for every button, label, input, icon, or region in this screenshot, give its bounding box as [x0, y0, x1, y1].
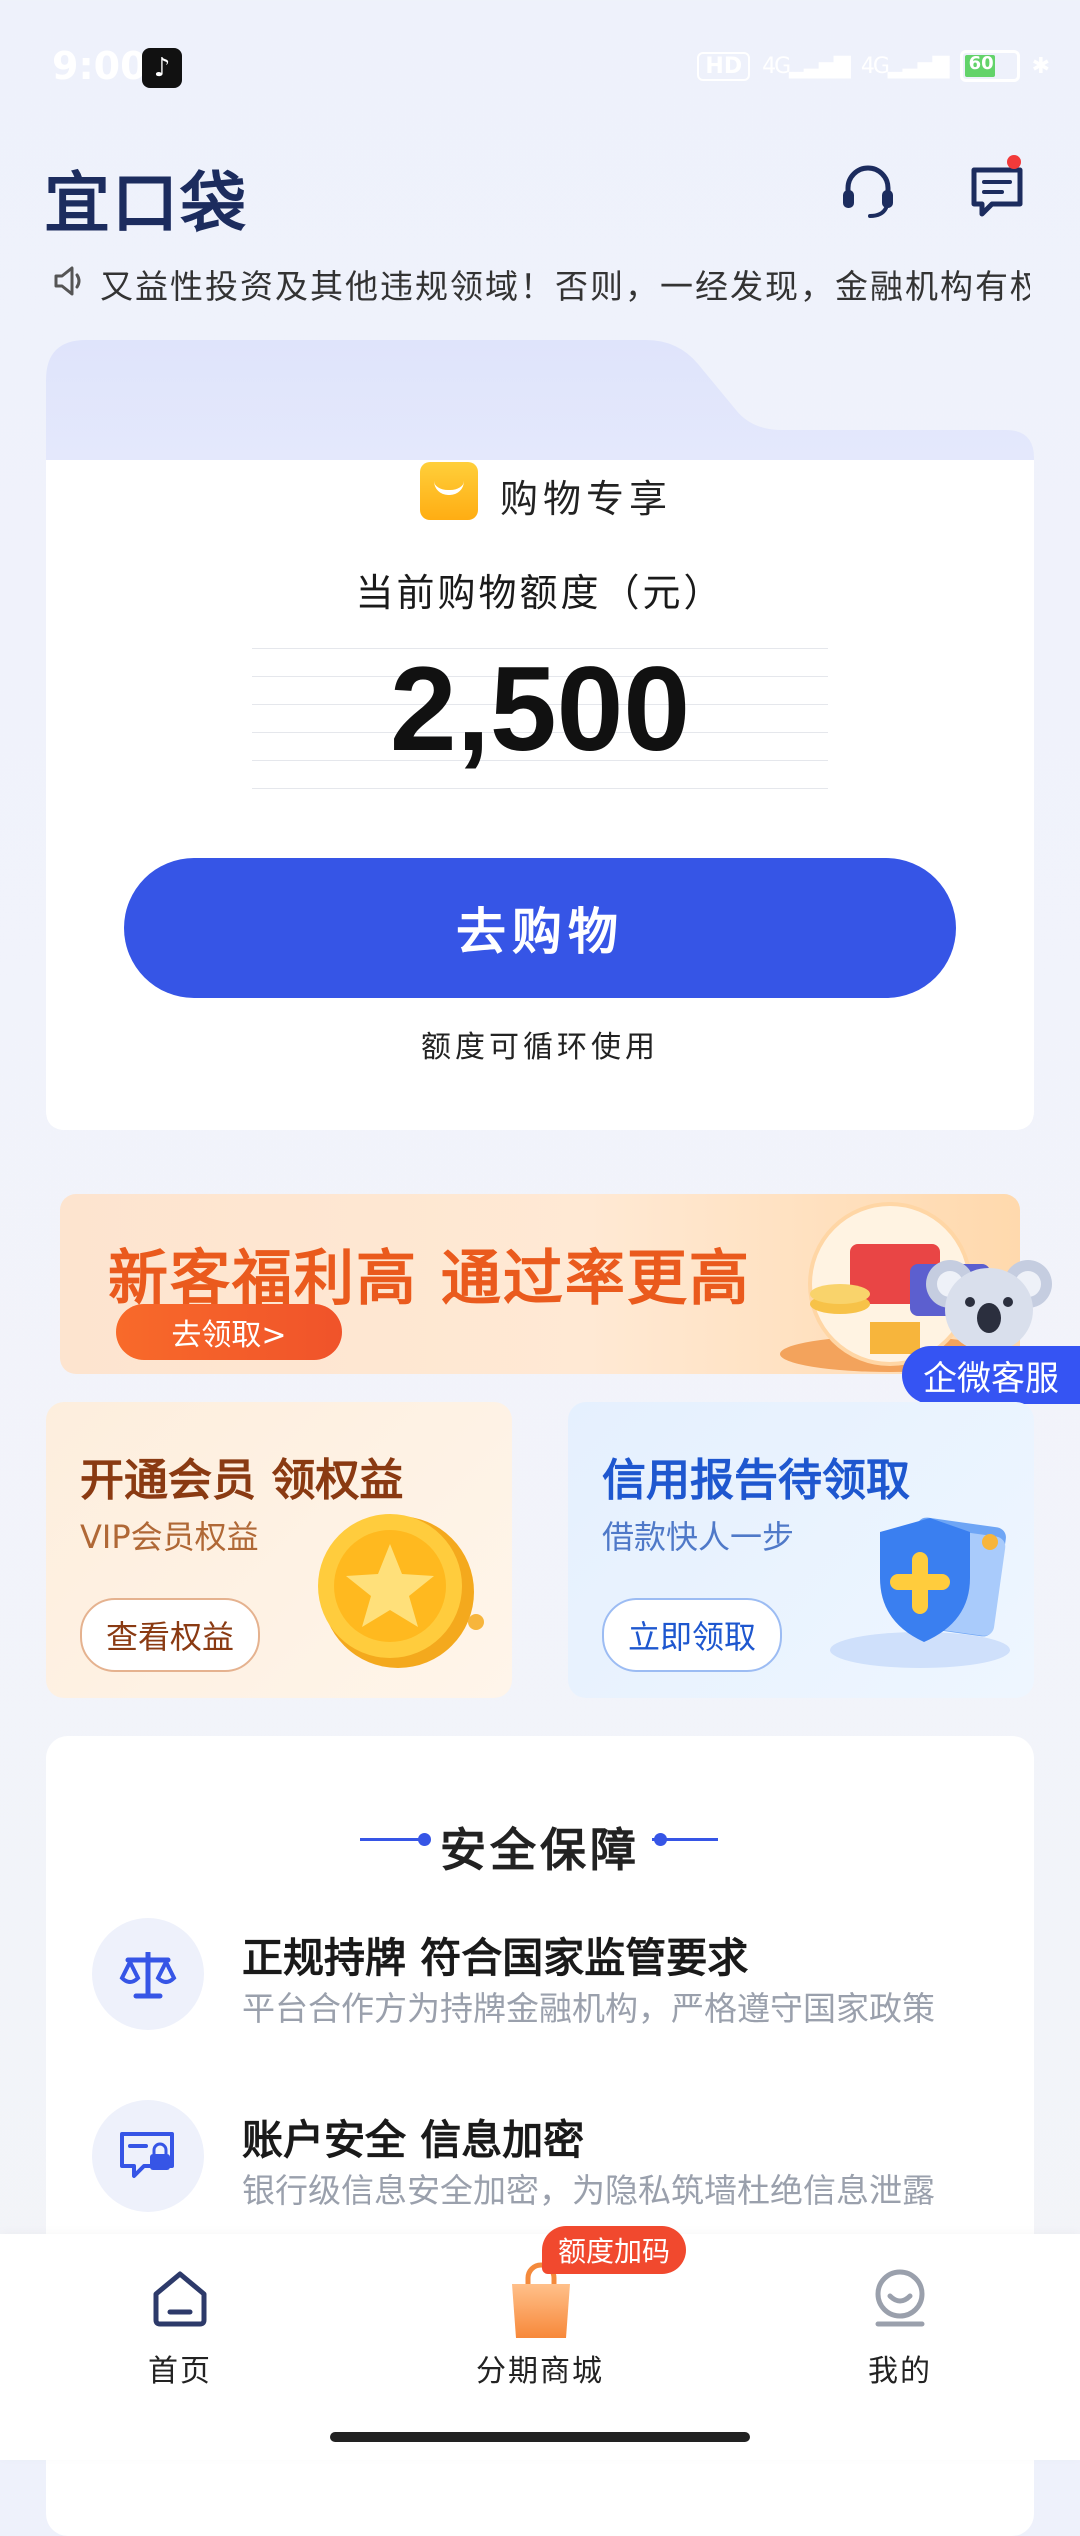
- vip-benefits-card[interactable]: 开通会员 领权益 VIP会员权益 查看权益: [46, 1402, 512, 1698]
- card-subtitle: 购物专享: [500, 477, 673, 521]
- tiktok-icon: ♪: [142, 48, 182, 88]
- safety-item-title: 正规持牌 符合国家监管要求: [242, 1934, 749, 1982]
- safety-item-title: 账户安全 信息加密: [242, 2116, 585, 2164]
- shopping-bag-icon: [420, 462, 478, 520]
- limit-amount: 2,500: [389, 642, 691, 776]
- notification-dot: [1007, 155, 1021, 169]
- hd-badge: HD: [697, 51, 751, 81]
- home-icon[interactable]: [148, 2266, 212, 2330]
- new-customer-banner[interactable]: 新客福利高 通过率更高 去领取>: [60, 1194, 1020, 1374]
- wecom-customer-service-button[interactable]: 企微客服: [902, 1346, 1080, 1404]
- limit-label: 当前购物额度（元）: [355, 571, 725, 615]
- status-time: 9:00: [52, 44, 147, 88]
- tab-home[interactable]: 首页: [80, 2346, 280, 2390]
- claim-button[interactable]: 去领取>: [116, 1304, 342, 1360]
- app-logo: 宜口袋: [44, 165, 248, 242]
- claim-now-button[interactable]: 立即领取: [602, 1598, 782, 1672]
- speaker-icon: [54, 266, 81, 296]
- tab-installment-mall[interactable]: 分期商城: [440, 2346, 640, 2390]
- signal-icon-2: 4G▂▃▅▇: [860, 53, 950, 79]
- status-icons: HD 4G▂▃▅▇ 4G▂▃▅▇ 60 ✱: [697, 50, 1050, 82]
- title-deco-right: [652, 1838, 718, 1841]
- secure-account-icon: [92, 2100, 204, 2212]
- safety-item-desc: 银行级信息安全加密，为隐私筑墙杜绝信息泄露: [242, 2171, 935, 2210]
- shield-icon: [830, 1517, 1010, 1668]
- credit-subtitle: 借款快人一步: [602, 1518, 795, 1556]
- vip-subtitle: VIP会员权益: [80, 1518, 259, 1556]
- credit-report-card[interactable]: 信用报告待领取 借款快人一步 立即领取: [568, 1402, 1034, 1698]
- bluetooth-icon: ✱: [1031, 53, 1050, 79]
- notice-marquee: 又益性投资及其他违规领域！否则，一经发现，金融机构有权停.: [100, 267, 1030, 306]
- view-benefits-button[interactable]: 查看权益: [80, 1598, 260, 1672]
- tab-mine[interactable]: 我的: [800, 2346, 1000, 2390]
- signal-icon: 4G▂▃▅▇: [762, 53, 851, 79]
- star-coin-icon: [318, 1514, 484, 1668]
- battery-icon: 60: [959, 50, 1020, 82]
- reusable-limit-note: 额度可循环使用: [421, 1030, 659, 1065]
- home-indicator: [330, 2432, 750, 2442]
- limit-boost-badge: 额度加码: [542, 2226, 687, 2274]
- safety-item-desc: 平台合作方为持牌金融机构，严格遵守国家政策: [242, 1989, 935, 2028]
- profile-icon[interactable]: [868, 2266, 932, 2330]
- go-shopping-button[interactable]: 去购物: [124, 858, 956, 998]
- scale-icon: [92, 1918, 204, 2030]
- headset-icon[interactable]: [838, 160, 898, 220]
- safety-title: 安全保障: [440, 1823, 640, 1877]
- message-icon[interactable]: [966, 158, 1030, 222]
